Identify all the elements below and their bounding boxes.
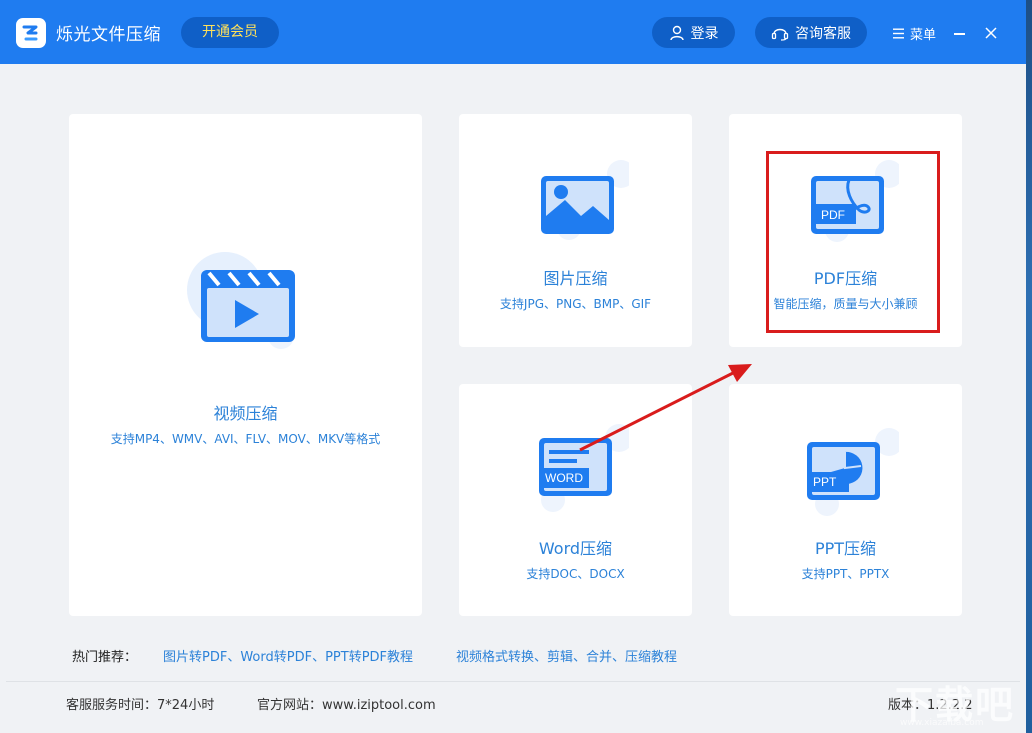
minimize-icon[interactable] [950,18,970,46]
ppt-icon: PPT [799,428,903,522]
login-label: 登录 [690,25,719,42]
customer-service-label: 咨询客服 [795,25,851,42]
hot-link-video-tutorial[interactable]: 视频格式转换、剪辑、合并、压缩教程 [456,646,677,665]
hot-link-pdf-tutorial[interactable]: 图片转PDF、Word转PDF、PPT转PDF教程 [163,646,413,665]
app-window: 烁光文件压缩 开通会员 登录 咨询客服 菜单 视频压缩 支持MP4、WMV、AV… [0,0,1026,733]
vip-button[interactable]: 开通会员 [181,17,279,48]
menu-button[interactable]: 菜单 [893,22,936,44]
login-button[interactable]: 登录 [652,17,735,48]
app-logo-icon [16,18,46,48]
service-time: 客服服务时间：7*24小时 [66,698,215,713]
menu-label: 菜单 [910,27,937,43]
video-compress-card[interactable]: 视频压缩 支持MP4、WMV、AVI、FLV、MOV、MKV等格式 [69,114,422,616]
title-bar: 烁光文件压缩 开通会员 登录 咨询客服 菜单 [0,0,1026,64]
headset-icon [771,28,789,41]
video-icon [185,250,301,354]
image-icon [529,160,635,254]
official-website-link[interactable]: 官方网站：www.iziptool.com [257,694,436,713]
hamburger-icon [893,28,904,38]
video-card-title: 视频压缩 [213,404,278,423]
highlight-box [766,151,940,333]
word-compress-card[interactable]: WORD Word压缩 支持DOC、DOCX [459,384,692,616]
footer-divider [6,681,1020,682]
close-icon[interactable] [980,20,1002,44]
ppt-card-title: PPT压缩 [814,539,877,558]
image-card-title: 图片压缩 [543,269,608,288]
watermark-url: www.xiazaiba.com [900,718,984,728]
word-icon-text: WORD [545,471,583,485]
image-card-desc: 支持JPG、PNG、BMP、GIF [499,297,652,311]
ppt-card-desc: 支持PPT、PPTX [801,567,890,581]
customer-service-button[interactable]: 咨询客服 [755,17,867,48]
app-title: 烁光文件压缩 [56,25,161,45]
image-compress-card[interactable]: 图片压缩 支持JPG、PNG、BMP、GIF [459,114,692,347]
word-card-title: Word压缩 [538,539,613,558]
video-card-desc: 支持MP4、WMV、AVI、FLV、MOV、MKV等格式 [110,432,381,446]
ppt-compress-card[interactable]: PPT PPT压缩 支持PPT、PPTX [729,384,962,616]
ppt-icon-text: PPT [813,475,837,489]
hot-recommend-label: 热门推荐： [72,650,138,665]
word-icon: WORD [529,424,633,518]
desktop-background [1026,0,1032,733]
user-icon [669,25,684,40]
word-card-desc: 支持DOC、DOCX [526,567,625,581]
